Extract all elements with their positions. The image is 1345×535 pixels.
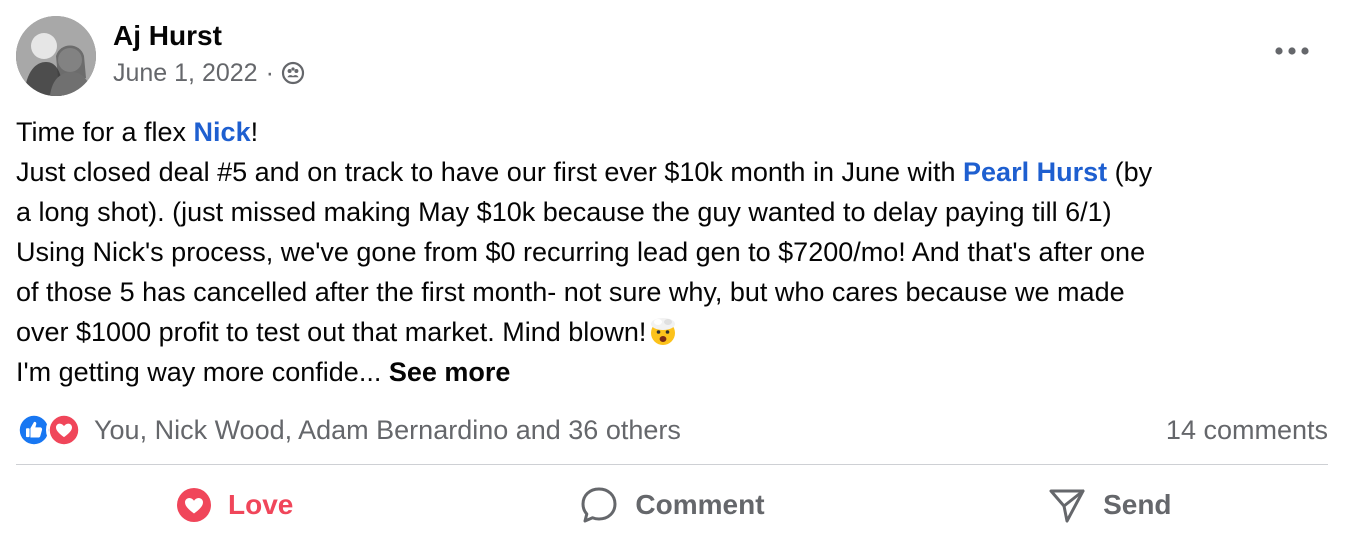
divider bbox=[16, 464, 1328, 465]
post-body: Time for a flex Nick! Just closed deal #… bbox=[16, 112, 1331, 392]
love-button[interactable]: Love bbox=[16, 476, 453, 534]
comments-count[interactable]: 14 comments bbox=[1166, 415, 1328, 446]
love-reaction-icon bbox=[176, 488, 211, 522]
separator-dot: · bbox=[265, 59, 274, 87]
love-label: Love bbox=[227, 489, 294, 520]
body-text-segment: ! bbox=[250, 117, 259, 147]
mention-nick[interactable]: Nick bbox=[194, 117, 251, 147]
see-more-link[interactable]: See more bbox=[389, 357, 511, 387]
send-button[interactable]: Send bbox=[891, 476, 1328, 534]
body-text-segment: Just closed deal #5 and on track to have… bbox=[16, 157, 964, 187]
comment-label: Comment bbox=[635, 489, 765, 520]
author-name[interactable]: Aj Hurst bbox=[113, 18, 305, 54]
body-text-segment: Time for a flex bbox=[16, 117, 194, 147]
more-options-button[interactable] bbox=[1270, 36, 1314, 66]
reaction-summary[interactable]: You, Nick Wood, Adam Bernardino and 36 o… bbox=[94, 415, 681, 446]
body-text-segment: I'm getting way more confide... bbox=[16, 357, 389, 387]
comment-icon bbox=[581, 487, 617, 523]
avatar-photo bbox=[16, 16, 96, 96]
mention-pearl-hurst[interactable]: Pearl Hurst bbox=[963, 157, 1107, 187]
reaction-icons[interactable]: You, Nick Wood, Adam Bernardino and 36 o… bbox=[16, 412, 681, 448]
love-icon bbox=[46, 412, 82, 448]
post-meta: Aj Hurst June 1, 2022 · bbox=[113, 18, 305, 96]
body-line-3: a long shot). (just missed making May $1… bbox=[16, 197, 1112, 227]
body-line-5: of those 5 has cancelled after the first… bbox=[16, 277, 1125, 307]
send-label: Send bbox=[1103, 489, 1172, 520]
post-subline: June 1, 2022 · bbox=[113, 56, 305, 90]
reactions-row: You, Nick Wood, Adam Bernardino and 36 o… bbox=[16, 410, 1328, 450]
friends-globe-icon[interactable] bbox=[281, 61, 305, 85]
exploding-head-emoji-icon bbox=[651, 318, 676, 345]
body-text-segment: over $1000 profit to test out that marke… bbox=[16, 317, 647, 347]
body-text-segment: (by bbox=[1107, 157, 1153, 187]
action-bar: Love Comment Send bbox=[16, 476, 1328, 534]
author-avatar[interactable] bbox=[16, 16, 96, 96]
post-header: Aj Hurst June 1, 2022 · bbox=[16, 16, 305, 96]
post-date[interactable]: June 1, 2022 bbox=[113, 56, 258, 90]
body-line-2: Just closed deal #5 and on track to have… bbox=[16, 152, 1331, 192]
body-line-4: Using Nick's process, we've gone from $0… bbox=[16, 237, 1146, 267]
more-dots-icon bbox=[1275, 47, 1309, 55]
body-line-6: over $1000 profit to test out that marke… bbox=[16, 312, 1331, 352]
send-icon bbox=[1049, 489, 1085, 523]
body-line-7: I'm getting way more confide... See more bbox=[16, 352, 1331, 392]
post-card: Aj Hurst June 1, 2022 · Time for a flex … bbox=[0, 0, 1345, 535]
body-line-1: Time for a flex Nick! bbox=[16, 112, 1331, 152]
comment-button[interactable]: Comment bbox=[453, 476, 890, 534]
